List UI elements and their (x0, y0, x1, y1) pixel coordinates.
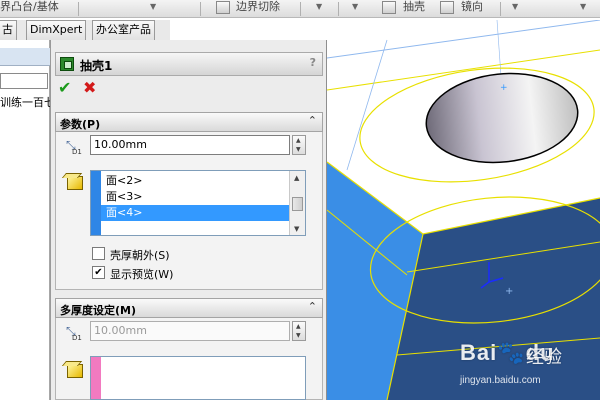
feature-tree-root-item[interactable]: 训练一百七 (0, 94, 50, 110)
multi-thickness-spinner[interactable]: ▲ ▼ (292, 321, 306, 341)
toolbar-separator (500, 2, 501, 16)
toolbar-separator (338, 2, 339, 16)
show-preview-label[interactable]: 显示预览(W) (110, 266, 173, 282)
shell-button[interactable]: 抽壳 (403, 0, 425, 18)
shell-feature-icon (60, 57, 74, 71)
show-preview-checkbox[interactable]: ✔ (92, 266, 105, 279)
parameters-group-title: 参数(P) (60, 118, 101, 131)
multi-thickness-group-title: 多厚度设定(M) (60, 304, 137, 317)
faces-to-remove-icon (67, 176, 83, 190)
thickness-spinner[interactable]: ▲ ▼ (292, 135, 306, 155)
list-item[interactable]: 面<2> (101, 173, 289, 189)
thickness-input[interactable]: 10.00mm (90, 135, 290, 155)
faces-to-remove-list[interactable]: 面<2> 面<3> 面<4> ▲ ▼ (90, 170, 306, 236)
shell-tool-icon[interactable] (382, 1, 396, 14)
parameters-group-body: ⤡ D1 10.00mm ▲ ▼ 面<2> 面<3> 面<4> ▲ ▼ 壳厚朝外(S… (55, 132, 323, 290)
selection-color-bar (91, 171, 101, 235)
mirror-button[interactable]: 镜向 (461, 0, 483, 18)
property-manager-title-bar: 抽壳1 ? (55, 52, 323, 76)
faces-list-items: 面<2> 面<3> 面<4> (101, 171, 289, 235)
feature-tree-filter-input[interactable] (0, 73, 48, 89)
scroll-up-icon[interactable]: ▲ (294, 174, 299, 182)
chevron-down-icon[interactable]: ▼ (150, 2, 156, 11)
tab-partial[interactable]: 古 (0, 20, 17, 40)
scroll-down-icon[interactable]: ▼ (294, 225, 299, 233)
multi-thickness-group-header[interactable]: 多厚度设定(M) ⌃ (55, 298, 323, 318)
toolbar-separator (78, 2, 79, 16)
scroll-thumb[interactable] (292, 197, 303, 211)
feature-tree-header (0, 48, 50, 66)
feature-title: 抽壳1 (80, 59, 113, 73)
multi-thickness-faces-list[interactable] (90, 356, 306, 400)
selection-color-bar (91, 357, 101, 399)
shell-property-manager: 抽壳1 ? ✔ ✖ 参数(P) ⌃ ⤡ D1 10.00mm ▲ ▼ 面<2> 面<… (50, 40, 327, 400)
faces-list-scrollbar[interactable]: ▲ ▼ (289, 171, 305, 235)
help-icon[interactable]: ? (310, 56, 316, 69)
chevron-down-icon[interactable]: ▼ (512, 2, 518, 11)
collapse-icon[interactable]: ⌃ (308, 300, 317, 313)
parameters-group-header[interactable]: 参数(P) ⌃ (55, 112, 323, 132)
list-item-selected[interactable]: 面<4> (101, 205, 289, 221)
mirror-tool-icon[interactable] (440, 1, 454, 14)
feature-tree-panel: 训练一百七 (0, 40, 50, 400)
chevron-down-icon[interactable]: ▼ (580, 2, 586, 11)
chevron-down-icon[interactable]: ▼ (352, 2, 358, 11)
paw-icon: 🐾 (497, 340, 526, 365)
multi-thickness-input[interactable]: 10.00mm (90, 321, 290, 341)
shell-outward-label[interactable]: 壳厚朝外(S) (110, 247, 170, 263)
watermark-text: 经验 (526, 347, 562, 368)
toolbar-separator (300, 2, 301, 16)
boundary-cut-icon[interactable] (216, 1, 230, 14)
list-item[interactable]: 面<3> (101, 189, 289, 205)
thickness-dimension-icon: ⤡ D1 (66, 138, 82, 156)
tab-office-products[interactable]: 办公室产品 (92, 20, 155, 40)
baidu-jingyan-watermark: Bai🐾du 经验 jingyan.baidu.com (460, 340, 600, 400)
multi-thickness-list-items (101, 357, 305, 399)
shell-outward-checkbox[interactable] (92, 247, 105, 260)
command-manager-tabs: 古 DimXpert 办公室产品 (0, 20, 170, 40)
boundary-boss-label[interactable]: 界凸台/基体 (0, 0, 59, 18)
collapse-icon[interactable]: ⌃ (308, 114, 317, 127)
watermark-url: jingyan.baidu.com (460, 375, 541, 386)
top-toolbar: 界凸台/基体 ▼ 边界切除 ▼ ▼ 抽壳 镜向 ▼ ▼ (0, 0, 600, 18)
boundary-cut-button[interactable]: 边界切除 (236, 0, 280, 18)
ok-button[interactable]: ✔ (58, 78, 71, 97)
multi-thickness-faces-icon (67, 364, 83, 378)
cancel-button[interactable]: ✖ (83, 78, 96, 97)
multi-thickness-dimension-icon: ⤡ D1 (66, 324, 82, 342)
tab-dimxpert[interactable]: DimXpert (26, 20, 87, 40)
multi-thickness-group-body: ⤡ D1 10.00mm ▲ ▼ (55, 318, 323, 400)
toolbar-separator (200, 2, 201, 16)
center-marker: + (500, 83, 508, 93)
chevron-down-icon[interactable]: ▼ (316, 2, 322, 11)
origin-marker: + (505, 286, 513, 297)
